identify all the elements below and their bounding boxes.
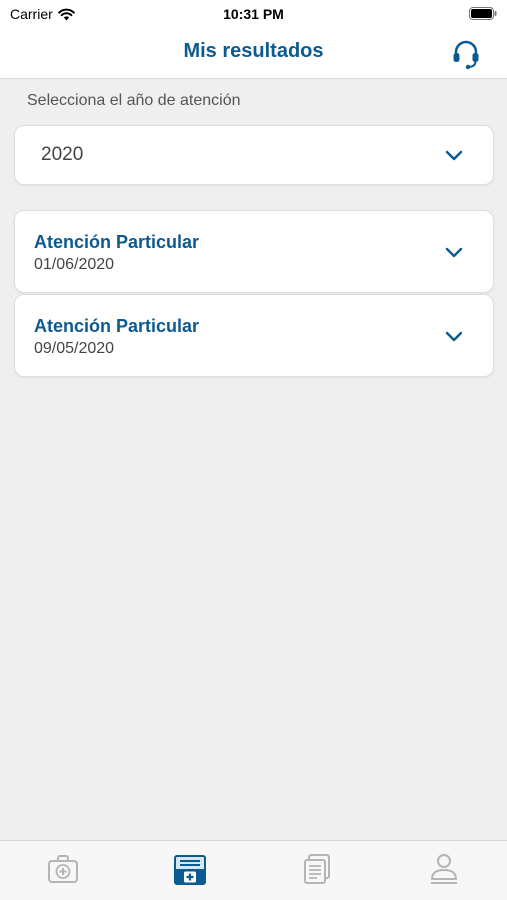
tab-medical-kit[interactable] bbox=[0, 841, 127, 900]
result-item[interactable]: Atención Particular 09/05/2020 bbox=[14, 294, 494, 377]
status-bar: Carrier 10:31 PM bbox=[0, 0, 507, 28]
chevron-down-icon bbox=[445, 331, 463, 342]
medical-kit-icon bbox=[48, 855, 79, 883]
chevron-down-icon bbox=[445, 247, 463, 258]
result-title: Atención Particular bbox=[34, 232, 200, 252]
year-filter-label: Selecciona el año de atención bbox=[27, 92, 241, 109]
year-select[interactable]: 2020 bbox=[14, 125, 494, 185]
clock: 10:31 PM bbox=[223, 6, 284, 22]
tab-medical-record[interactable] bbox=[127, 841, 254, 900]
headset-icon bbox=[453, 40, 479, 70]
result-date: 01/06/2020 bbox=[34, 256, 115, 273]
tab-bar bbox=[0, 840, 507, 900]
page-title: Mis resultados bbox=[183, 40, 324, 62]
result-item[interactable]: Atención Particular 01/06/2020 bbox=[14, 210, 494, 293]
tab-profile[interactable] bbox=[380, 841, 507, 900]
medical-record-icon bbox=[174, 855, 207, 885]
screen: Carrier 10:31 PM Mis resultados Seleccio… bbox=[0, 0, 507, 900]
chevron-down-icon bbox=[445, 150, 463, 161]
year-select-value: 2020 bbox=[41, 144, 84, 165]
result-date: 09/05/2020 bbox=[34, 340, 115, 357]
profile-icon bbox=[430, 854, 457, 884]
battery-icon bbox=[469, 7, 497, 20]
nav-header: Mis resultados bbox=[0, 28, 507, 79]
support-button[interactable] bbox=[449, 37, 483, 71]
result-title: Atención Particular bbox=[34, 316, 200, 336]
tab-documents[interactable] bbox=[254, 841, 381, 900]
documents-icon bbox=[303, 854, 330, 884]
